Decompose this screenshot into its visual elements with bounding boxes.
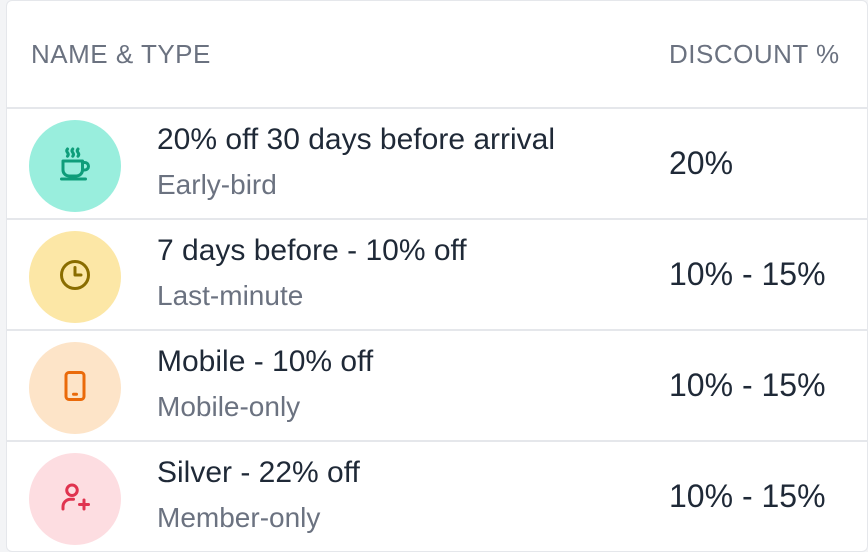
clock-icon — [57, 257, 93, 298]
avatar — [29, 231, 121, 323]
discount-value: 10% - 15% — [669, 478, 826, 514]
discount-value: 10% - 15% — [669, 256, 826, 292]
coffee-cup-icon — [57, 146, 93, 187]
discount-name: 7 days before - 10% off — [157, 234, 467, 267]
avatar — [29, 453, 121, 545]
discount-type: Mobile-only — [157, 391, 301, 422]
discount-type: Last-minute — [157, 280, 304, 311]
discount-name: 20% off 30 days before arrival — [157, 123, 556, 156]
column-header-discount[interactable]: DISCOUNT % — [669, 39, 840, 70]
discount-value: 20% — [669, 145, 734, 181]
table-row[interactable]: 7 days before - 10% off Last-minute 10% … — [7, 220, 867, 331]
discount-name: Mobile - 10% off — [157, 345, 374, 378]
column-header-name-type[interactable]: NAME & TYPE — [31, 39, 211, 70]
table-row[interactable]: 20% off 30 days before arrival Early-bir… — [7, 109, 867, 220]
table-row[interactable]: Mobile - 10% off Mobile-only 10% - 15% — [7, 331, 867, 442]
table-header: NAME & TYPE DISCOUNT % — [7, 1, 867, 109]
discount-type: Member-only — [157, 502, 321, 533]
discount-type: Early-bird — [157, 169, 277, 200]
discount-value: 10% - 15% — [669, 367, 826, 403]
mobile-phone-icon — [57, 368, 93, 409]
table-row[interactable]: Silver - 22% off Member-only 10% - 15% — [7, 442, 867, 551]
avatar — [29, 120, 121, 212]
add-user-icon — [57, 479, 93, 520]
avatar — [29, 342, 121, 434]
discount-name: Silver - 22% off — [157, 456, 360, 489]
discounts-table: NAME & TYPE DISCOUNT % 20% off 30 days b… — [6, 0, 868, 552]
